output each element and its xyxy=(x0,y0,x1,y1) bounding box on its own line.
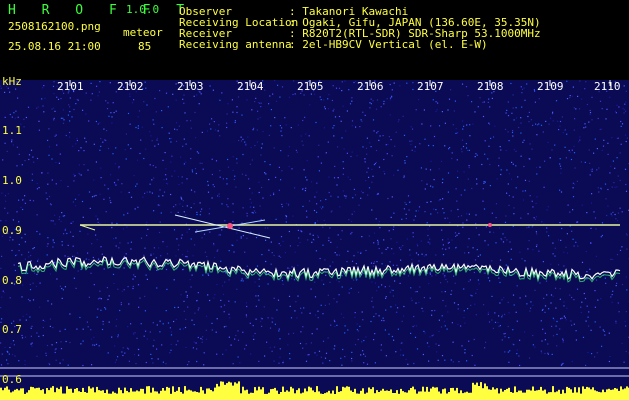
y-tick-2: 1.0 xyxy=(2,174,22,187)
x-tick-5: 2105 xyxy=(297,80,324,93)
y-tick-3: 0.9 xyxy=(2,224,22,237)
x-tick-6: 2106 xyxy=(357,80,384,93)
spectrogram xyxy=(0,80,629,400)
datetime-label: 25.08.16 21:00 xyxy=(8,40,101,53)
x-tick-8: 2108 xyxy=(477,80,504,93)
x-tick-9: 2109 xyxy=(537,80,564,93)
x-tick-4: 2104 xyxy=(237,80,264,93)
y-tick-6: 0.6 xyxy=(2,373,22,386)
info-antenna-key: Receiving antenna xyxy=(179,38,292,51)
app-title: H R O F F T xyxy=(8,3,194,18)
x-tick-10: 2110 xyxy=(594,80,621,93)
x-tick-2: 2102 xyxy=(117,80,144,93)
x-tick-1: 2101 xyxy=(57,80,84,93)
filename-label: 2508162100.png xyxy=(8,20,101,33)
y-tick-5: 0.7 xyxy=(2,323,22,336)
meteor-head xyxy=(227,223,233,229)
meteor-label: meteor xyxy=(123,26,163,39)
info-antenna-value: : 2el-HB9CV Vertical (el. E-W) xyxy=(289,38,488,51)
meteor-count: 85 xyxy=(138,40,152,53)
x-tick-7: 2107 xyxy=(417,80,444,93)
meteor-echo xyxy=(488,223,492,227)
x-tick-3: 2103 xyxy=(177,80,204,93)
app-version: 1.0.0 xyxy=(126,3,160,16)
y-axis-unit: kHz xyxy=(2,75,22,88)
y-tick-1: 1.1 xyxy=(2,124,22,137)
y-tick-4: 0.8 xyxy=(2,274,22,287)
hroft-window: { "app": { "name": "H R O F F T", "versi… xyxy=(0,0,629,400)
